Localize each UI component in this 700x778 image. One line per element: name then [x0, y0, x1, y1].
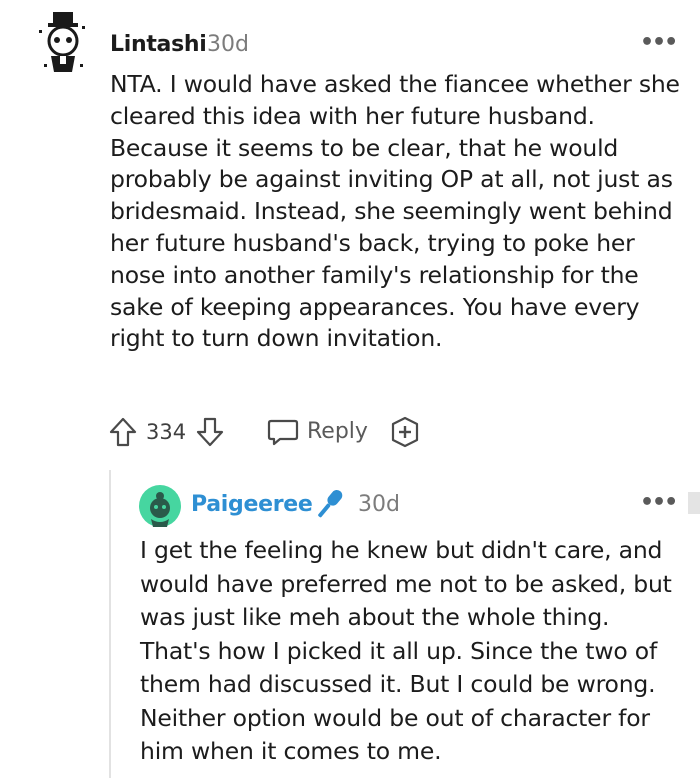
comment-body: NTA. I would have asked the fiancee whet…	[110, 70, 680, 353]
reply-icon[interactable]	[266, 417, 300, 447]
reply-age: 30d	[358, 492, 400, 517]
avatar[interactable]	[36, 8, 90, 78]
comment-age: 30d	[207, 32, 249, 57]
comment-author[interactable]: Lintashi	[110, 32, 207, 57]
scrollbar[interactable]	[688, 492, 700, 514]
reply-author[interactable]: Paigeeree	[191, 492, 313, 517]
reply-body: I get the feeling he knew but didn't car…	[140, 536, 672, 765]
more-icon[interactable]: •••	[640, 30, 678, 55]
downvote-icon[interactable]	[195, 416, 225, 448]
avatar[interactable]	[139, 485, 181, 527]
microphone-icon	[310, 486, 348, 522]
reply-button[interactable]: Reply	[307, 419, 368, 444]
award-icon[interactable]	[389, 416, 421, 448]
thread-line[interactable]	[109, 470, 111, 778]
comment-score: 334	[146, 420, 187, 444]
upvote-icon[interactable]	[108, 416, 138, 448]
more-icon[interactable]: •••	[640, 490, 678, 515]
